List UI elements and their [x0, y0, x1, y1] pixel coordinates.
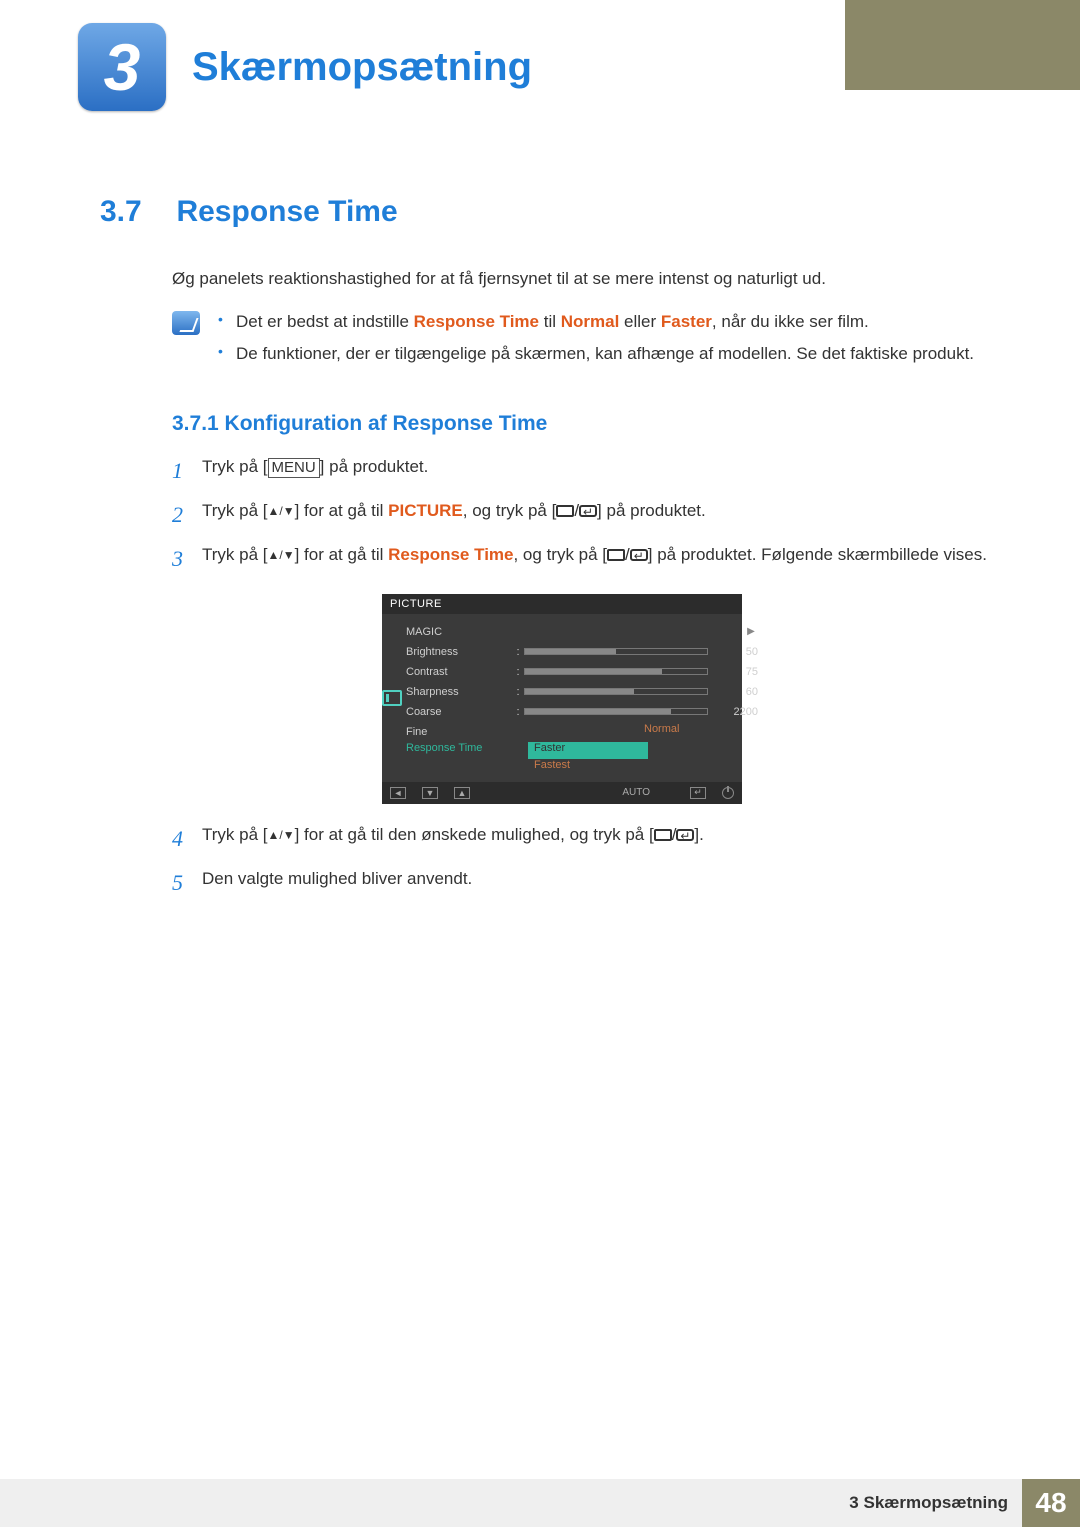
text: ] på produktet. — [597, 501, 706, 520]
keyword-faster: Faster — [661, 312, 712, 331]
osd-slider — [524, 708, 708, 715]
text: Det er bedst at indstille — [236, 312, 414, 331]
section-number: 3.7 — [100, 195, 172, 229]
power-icon — [722, 787, 734, 799]
osd-slider — [524, 668, 708, 675]
note-icon — [172, 311, 200, 335]
step-5: 5 Den valgte mulighed bliver anvendt. — [172, 866, 990, 900]
step-number: 4 — [172, 822, 202, 856]
source-icon — [654, 829, 672, 841]
step-1: 1 Tryk på [MENU] på produktet. — [172, 454, 990, 488]
osd-panel: PICTURE MAGIC ▶ Brightness : — [382, 594, 742, 804]
osd-label: Sharpness — [402, 686, 512, 698]
osd-value: 75 — [718, 666, 758, 678]
text: , når du ikke ser film. — [712, 312, 869, 331]
osd-title: PICTURE — [382, 594, 742, 614]
osd-value: 60 — [718, 686, 758, 698]
step-number: 2 — [172, 498, 202, 532]
osd-auto-label: AUTO — [622, 787, 650, 798]
page-footer: 3 Skærmopsætning 48 — [0, 1479, 1080, 1527]
enter-icon — [676, 829, 694, 841]
step-number: 3 — [172, 542, 202, 576]
subsection-heading: 3.7.1 Konfiguration af Response Time — [172, 412, 990, 436]
text: , og tryk på [ — [513, 545, 607, 564]
keyword-normal: Normal — [561, 312, 620, 331]
menu-key: MENU — [268, 458, 320, 478]
text: Tryk på [ — [202, 825, 268, 844]
enter-icon — [630, 549, 648, 561]
note-block: Det er bedst at indstille Response Time … — [172, 309, 990, 374]
up-down-icon: ▲/▼ — [268, 828, 295, 842]
osd-slider — [524, 688, 708, 695]
picture-mode-icon — [382, 690, 402, 706]
osd-label: Response Time — [402, 742, 512, 754]
keyword-picture: PICTURE — [388, 501, 463, 520]
osd-row-magic: MAGIC ▶ — [402, 622, 758, 642]
page-number: 48 — [1022, 1479, 1080, 1527]
text: ] for at gå til den ønskede mulighed, og… — [295, 825, 654, 844]
osd-row-contrast: Contrast : 75 — [402, 662, 758, 682]
keyword-response-time: Response Time — [414, 312, 539, 331]
osd-option-normal: Normal — [638, 723, 758, 740]
osd-label: Contrast — [402, 666, 512, 678]
up-down-icon: ▲/▼ — [268, 504, 295, 518]
colon: : — [512, 646, 524, 658]
step-4: 4 Tryk på [▲/▼] for at gå til den ønsked… — [172, 822, 990, 856]
osd-value: 2200 — [718, 706, 758, 718]
nav-up-icon: ▲ — [454, 787, 470, 799]
footer-chapter-label: 3 Skærmopsætning — [849, 1493, 1008, 1513]
step-3: 3 Tryk på [▲/▼] for at gå til Response T… — [172, 542, 990, 576]
colon: : — [512, 666, 524, 678]
text: Tryk på [ — [202, 457, 268, 476]
up-down-icon: ▲/▼ — [268, 548, 295, 562]
text: , og tryk på [ — [463, 501, 557, 520]
osd-row-brightness: Brightness : 50 — [402, 642, 758, 662]
note-item-2: De funktioner, der er tilgængelige på sk… — [218, 341, 974, 367]
osd-row-coarse: Coarse : 2200 — [402, 702, 758, 722]
note-item-1: Det er bedst at indstille Response Time … — [218, 309, 974, 335]
section-heading: 3.7 Response Time — [100, 195, 990, 229]
osd-slider — [524, 648, 708, 655]
chapter-header: 3 Skærmopsætning — [78, 22, 1080, 112]
text: Tryk på [ — [202, 501, 268, 520]
osd-option-fastest: Fastest — [528, 759, 648, 776]
step-2: 2 Tryk på [▲/▼] for at gå til PICTURE, o… — [172, 498, 990, 532]
text: ]. — [694, 825, 703, 844]
colon: : — [512, 686, 524, 698]
osd-side-icon-area — [382, 614, 402, 782]
text: ] på produktet. Følgende skærmbillede vi… — [648, 545, 987, 564]
text: eller — [619, 312, 661, 331]
osd-label: MAGIC — [402, 626, 512, 638]
text: Den valgte mulighed bliver anvendt. — [202, 866, 990, 900]
source-icon — [556, 505, 574, 517]
step-number: 5 — [172, 866, 202, 900]
osd-value: 50 — [718, 646, 758, 658]
enter-key-icon: ↵ — [690, 787, 706, 799]
text: ] for at gå til — [295, 545, 389, 564]
keyword-response-time: Response Time — [388, 545, 513, 564]
osd-row-fine: Fine Normal — [402, 722, 758, 742]
osd-option-faster: Faster — [528, 742, 648, 759]
colon: : — [512, 706, 524, 718]
text: til — [539, 312, 561, 331]
text: ] for at gå til — [295, 501, 389, 520]
osd-label: Coarse — [402, 706, 512, 718]
osd-row-sharpness: Sharpness : 60 — [402, 682, 758, 702]
osd-row-response-time: Response Time Faster Fastest — [402, 742, 758, 776]
intro-text: Øg panelets reaktionshastighed for at få… — [172, 269, 990, 289]
text: ] på produktet. — [320, 457, 429, 476]
source-icon — [607, 549, 625, 561]
chapter-title: Skærmopsætning — [192, 45, 532, 90]
osd-label: Fine — [402, 726, 512, 738]
section-title: Response Time — [176, 195, 397, 228]
chapter-number-badge: 3 — [78, 23, 166, 111]
text: Tryk på [ — [202, 545, 268, 564]
step-number: 1 — [172, 454, 202, 488]
osd-label: Brightness — [402, 646, 512, 658]
osd-footer: ◄ ▼ ▲ AUTO ↵ — [382, 782, 742, 804]
nav-down-icon: ▼ — [422, 787, 438, 799]
nav-left-icon: ◄ — [390, 787, 406, 799]
chevron-right-icon: ▶ — [744, 626, 758, 637]
enter-icon — [579, 505, 597, 517]
